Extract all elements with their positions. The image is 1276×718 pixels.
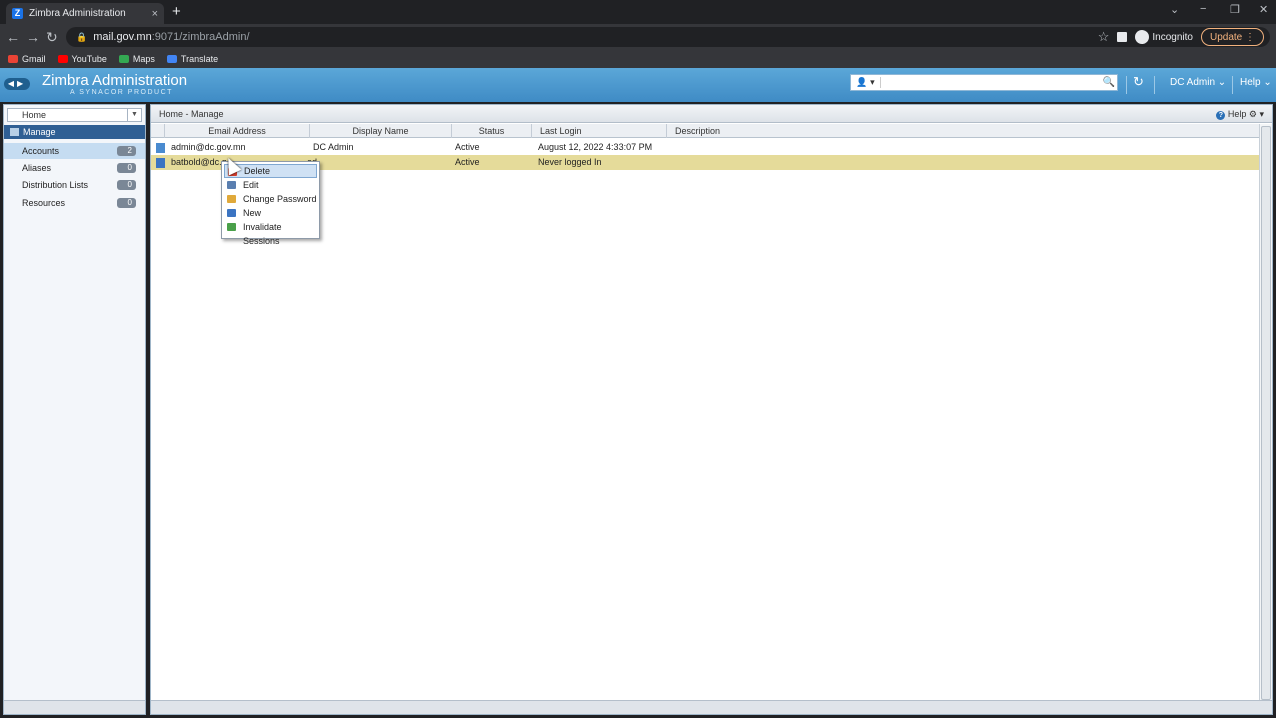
cell-email: admin@dc.gov.mn (171, 142, 246, 152)
sidebar: Home ▼ Manage Accounts 2 Aliases 0 Distr… (3, 104, 146, 715)
column-header-last-login[interactable]: Last Login (532, 124, 667, 138)
zimbra-favicon-icon: Z (12, 8, 23, 19)
user-icon (156, 158, 165, 168)
column-header-display-name[interactable]: Display Name (310, 124, 452, 138)
vertical-scrollbar[interactable] (1259, 124, 1272, 702)
incognito-label: Incognito (1152, 31, 1193, 43)
count-badge: 0 (117, 198, 136, 208)
table-row[interactable]: admin@dc.gov.mn DC Admin Active August 1… (151, 140, 1259, 155)
search-scope-dropdown[interactable]: 👤 ▾ (851, 77, 881, 88)
menu-item-change-password[interactable]: Change Password (224, 192, 317, 206)
search-icon[interactable]: 🔍 (1101, 77, 1117, 88)
tab-title: Zimbra Administration (29, 8, 126, 19)
close-window-icon[interactable]: ✕ (1259, 3, 1268, 16)
invalidate-sessions-icon (227, 223, 236, 231)
translate-icon (166, 55, 177, 63)
browser-toolbar: ← → ↻ 🔒 mail.gov.mn :9071/zimbraAdmin/ ☆… (0, 24, 1276, 50)
help-button[interactable]: ? Help ⚙ ▾ (1216, 105, 1264, 123)
context-menu: Delete Edit Change Password New Invalida… (221, 161, 320, 246)
forward-icon[interactable]: → (26, 28, 40, 46)
incognito-indicator[interactable]: Incognito (1135, 30, 1193, 44)
sidebar-item-resources[interactable]: Resources 0 (4, 195, 145, 211)
new-tab-button[interactable]: + (172, 3, 181, 21)
main-footer (151, 700, 1272, 714)
cell-last-login: Never logged In (538, 157, 602, 167)
sidebar-item-accounts[interactable]: Accounts 2 (4, 143, 145, 159)
youtube-icon (57, 55, 68, 63)
breadcrumb-text: Home - Manage (159, 109, 224, 119)
manage-icon (10, 128, 19, 136)
tab-close-icon[interactable]: × (152, 8, 158, 20)
address-bar[interactable]: 🔒 mail.gov.mn :9071/zimbraAdmin/ ☆ Incog… (66, 27, 1270, 47)
menu-item-invalidate-sessions[interactable]: Invalidate Sessions (224, 220, 317, 246)
scrollbar-thumb[interactable] (1261, 126, 1271, 700)
side-panel-icon[interactable] (1117, 32, 1128, 42)
search-box: 👤 ▾ 🔍 (850, 74, 1118, 91)
app-subtitle: A SYNACOR PRODUCT (70, 89, 173, 96)
browser-tabstrip: Z Zimbra Administration × + ⌄ − ❐ ✕ (0, 0, 1276, 24)
cell-status: Active (455, 142, 480, 152)
restore-icon[interactable]: ❐ (1230, 3, 1240, 16)
app-logo: Zimbra Administration A SYNACOR PRODUCT (42, 72, 188, 97)
reload-icon[interactable]: ↻ (46, 28, 58, 46)
gear-icon[interactable]: ⚙ ▾ (1249, 109, 1264, 119)
home-dropdown[interactable]: Home ▼ (7, 108, 142, 122)
sidebar-item-aliases[interactable]: Aliases 0 (4, 160, 145, 176)
sidebar-section-manage[interactable]: Manage (4, 125, 145, 139)
search-input[interactable] (881, 75, 1101, 90)
lock-icon: 🔒 (76, 31, 88, 42)
chevron-down-icon[interactable]: ▼ (127, 109, 141, 121)
new-user-icon (227, 209, 236, 217)
bookmark-maps[interactable]: Maps (118, 54, 155, 64)
admin-user-icon (156, 143, 165, 153)
edit-icon (227, 181, 236, 189)
menu-item-edit[interactable]: Edit (224, 178, 317, 192)
collapse-nav-icon[interactable]: ◀▶ (4, 78, 30, 90)
header-divider (1126, 76, 1127, 94)
column-header-description[interactable]: Description (667, 124, 1259, 138)
maps-icon (118, 55, 129, 63)
header-divider (1232, 76, 1233, 94)
header-divider (1154, 76, 1155, 94)
lock-icon (227, 195, 236, 203)
bookmark-star-icon[interactable]: ☆ (1098, 29, 1110, 45)
sidebar-footer (4, 700, 145, 714)
refresh-icon[interactable]: ↻ (1133, 74, 1144, 90)
column-header-status[interactable]: Status (452, 124, 532, 138)
url-host: mail.gov.mn (93, 31, 152, 43)
url-path: :9071/zimbraAdmin/ (151, 31, 250, 43)
help-icon: ? (1216, 111, 1226, 120)
column-header-icon[interactable] (151, 124, 165, 138)
bookmark-translate[interactable]: Translate (166, 54, 218, 64)
minimize-icon[interactable]: − (1200, 3, 1206, 15)
app-header: ◀▶ Zimbra Administration A SYNACOR PRODU… (0, 68, 1276, 102)
table-header: Email Address Display Name Status Last L… (151, 124, 1259, 138)
menu-item-new[interactable]: New (224, 206, 317, 220)
cell-email: batbold@dc.g (171, 157, 227, 167)
column-header-email[interactable]: Email Address (165, 124, 310, 138)
bookmark-gmail[interactable]: Gmail (8, 54, 46, 64)
browser-tab[interactable]: Z Zimbra Administration × (6, 3, 164, 24)
count-badge: 0 (117, 180, 136, 190)
gmail-icon (8, 55, 18, 63)
breadcrumb: Home - Manage ? Help ⚙ ▾ (151, 105, 1272, 123)
sidebar-item-distribution-lists[interactable]: Distribution Lists 0 (4, 177, 145, 193)
update-button[interactable]: Update ⋮ (1200, 28, 1264, 46)
cell-last-login: August 12, 2022 4:33:07 PM (538, 142, 653, 152)
app-title: Zimbra Administration (42, 72, 188, 89)
bookmark-youtube[interactable]: YouTube (57, 54, 107, 64)
count-badge: 2 (117, 146, 136, 156)
count-badge: 0 (117, 163, 136, 173)
bookmarks-bar: Gmail YouTube Maps Translate (0, 50, 1276, 68)
back-icon[interactable]: ← (6, 28, 20, 46)
home-label: Home (22, 110, 47, 120)
cell-display-name: DC Admin (313, 142, 354, 152)
help-menu[interactable]: Help ⌄ (1240, 77, 1272, 88)
cell-status: Active (455, 157, 480, 167)
incognito-icon (1135, 30, 1150, 44)
tab-search-icon[interactable]: ⌄ (1170, 3, 1179, 16)
user-menu[interactable]: DC Admin ⌄ (1170, 77, 1226, 88)
